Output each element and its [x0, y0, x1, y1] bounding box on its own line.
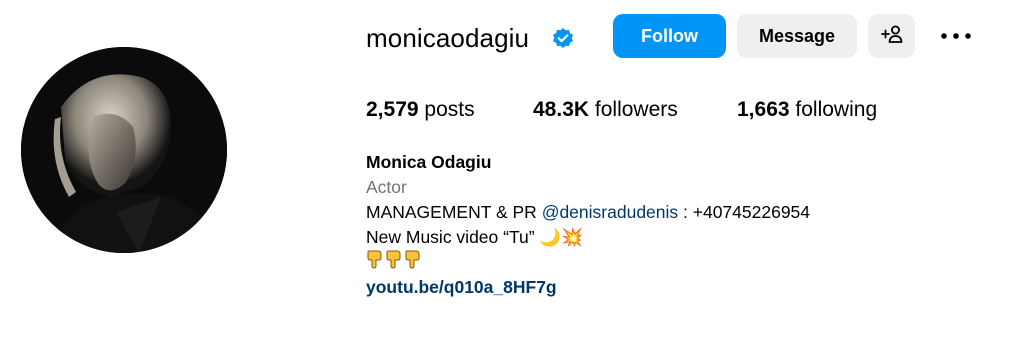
followers-count: 48.3K: [533, 98, 590, 121]
profile-avatar[interactable]: [21, 47, 227, 253]
posts-count: 2,579: [366, 98, 419, 121]
more-dots-icon: [940, 27, 972, 45]
profile-category: Actor: [366, 177, 407, 197]
followers-stat[interactable]: 48.3K followers: [533, 96, 678, 124]
bio-line-music-video: New Music video “Tu” 🌙💥: [366, 227, 583, 247]
bio-line-management: MANAGEMENT & PR @denisradudenis : +40745…: [366, 200, 810, 225]
pointing-down-icon: [404, 249, 422, 276]
bio-management-prefix: MANAGEMENT & PR: [366, 202, 542, 222]
follow-button[interactable]: Follow: [613, 14, 726, 58]
more-options-button[interactable]: [934, 20, 978, 52]
message-button[interactable]: Message: [737, 14, 857, 58]
pointing-down-icon: [385, 249, 403, 276]
bio-line-pointing-emojis: [366, 250, 810, 275]
profile-bio: Monica Odagiu Actor MANAGEMENT & PR @den…: [366, 150, 810, 300]
bio-mention-link[interactable]: @denisradudenis: [542, 202, 678, 222]
posts-stat: 2,579 posts: [366, 96, 475, 124]
following-label: following: [795, 98, 878, 121]
pointing-down-icon: [366, 249, 384, 276]
following-stat[interactable]: 1,663 following: [737, 96, 877, 124]
verified-badge-icon: [551, 27, 575, 51]
bio-phone-text: : +40745226954: [678, 202, 811, 222]
bio-external-link[interactable]: youtu.be/q010a_8HF7g: [366, 275, 810, 300]
followers-label: followers: [594, 98, 678, 121]
add-user-icon: [880, 22, 904, 51]
profile-username[interactable]: monicaodagiu: [366, 20, 529, 56]
suggest-user-button[interactable]: [868, 14, 915, 58]
posts-label: posts: [424, 98, 475, 121]
following-count: 1,663: [737, 98, 790, 121]
profile-full-name: Monica Odagiu: [366, 152, 492, 172]
